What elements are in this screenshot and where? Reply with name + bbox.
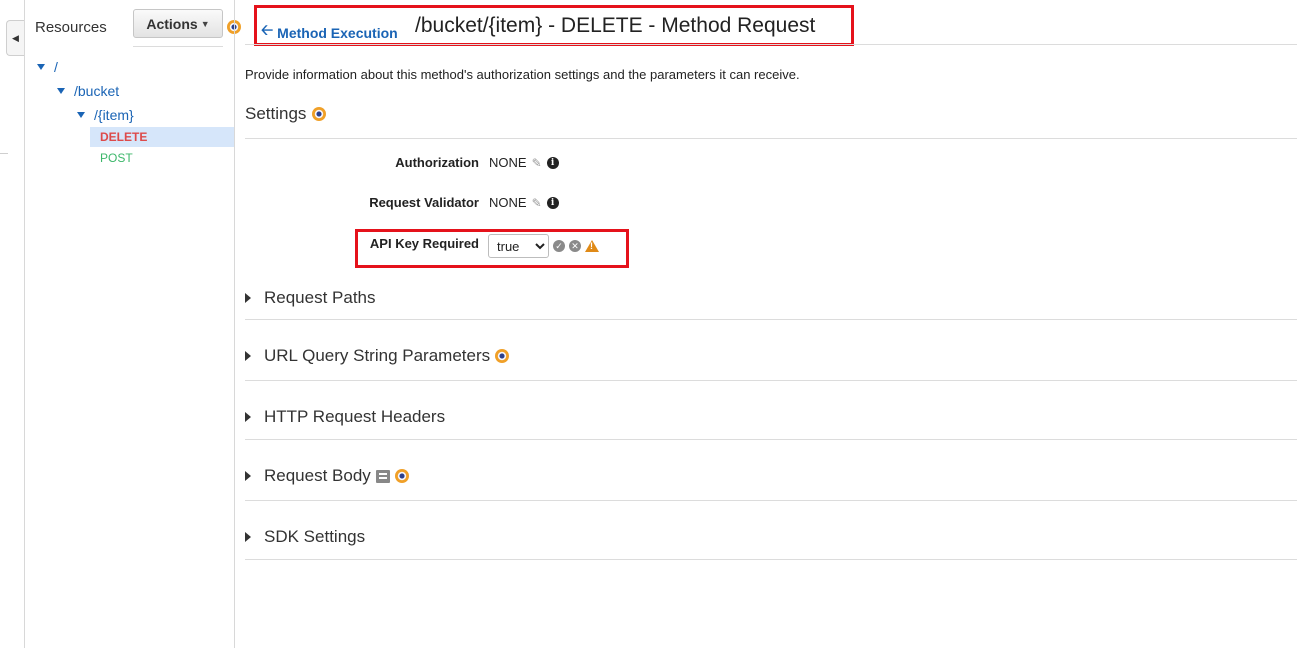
divider xyxy=(245,44,1297,45)
tree-item-bucket[interactable]: /bucket xyxy=(57,83,119,99)
section-request-body[interactable]: Request Body xyxy=(245,466,409,486)
request-validator-label: Request Validator xyxy=(369,195,479,210)
api-key-required-select[interactable]: truefalse xyxy=(488,234,549,258)
request-validator-value-row: NONE ✎ i xyxy=(489,195,559,210)
divider xyxy=(245,380,1297,381)
divider xyxy=(245,138,1297,139)
tree-item-label: /{item} xyxy=(94,107,134,123)
help-icon[interactable] xyxy=(495,349,510,363)
divider xyxy=(133,46,223,47)
section-label: URL Query String Parameters xyxy=(264,346,491,365)
info-icon[interactable]: i xyxy=(546,156,559,169)
divider xyxy=(234,0,235,648)
method-execution-link[interactable]: 🡠 Method Execution xyxy=(261,20,398,45)
expand-caret-icon[interactable] xyxy=(57,88,65,94)
expand-caret-icon[interactable] xyxy=(37,64,45,70)
divider xyxy=(0,153,8,154)
section-http-request-headers[interactable]: HTTP Request Headers xyxy=(245,407,445,427)
settings-heading: Settings xyxy=(245,104,327,124)
authorization-label: Authorization xyxy=(395,155,479,170)
tree-item-label: /bucket xyxy=(74,83,120,99)
help-icon[interactable] xyxy=(394,469,409,483)
divider xyxy=(245,500,1297,501)
section-sdk-settings[interactable]: SDK Settings xyxy=(245,527,365,547)
request-validator-value: NONE xyxy=(489,195,527,210)
arrow-left-icon: 🡠 xyxy=(261,22,274,39)
actions-label: Actions xyxy=(146,15,198,32)
api-key-required-row: truefalse ✓ ✕ xyxy=(488,234,599,258)
page-description: Provide information about this method's … xyxy=(245,67,800,82)
resources-panel: Resources Actions ▼ / /bucket /{item} DE… xyxy=(25,0,241,648)
book-icon[interactable] xyxy=(375,469,390,483)
authorization-value: NONE xyxy=(489,155,527,170)
collapse-panel-button[interactable]: ◀ xyxy=(6,20,24,56)
page-title: /bucket/{item} - DELETE - Method Request xyxy=(415,14,816,37)
section-label: Request Paths xyxy=(264,288,376,307)
cancel-x-icon[interactable]: ✕ xyxy=(569,240,581,252)
warning-icon xyxy=(585,240,599,252)
tree-method-post[interactable]: POST xyxy=(90,148,234,168)
help-icon[interactable] xyxy=(312,107,327,121)
pencil-icon[interactable]: ✎ xyxy=(532,196,542,210)
section-url-query-string-parameters[interactable]: URL Query String Parameters xyxy=(245,346,510,366)
expand-arrow-icon xyxy=(245,532,251,542)
tree-item-label: / xyxy=(54,59,58,75)
caret-down-icon: ▼ xyxy=(200,18,210,29)
tree-method-delete[interactable]: DELETE xyxy=(90,127,234,147)
expand-caret-icon[interactable] xyxy=(77,112,85,118)
tree-item-root[interactable]: / xyxy=(37,59,58,75)
divider xyxy=(245,439,1297,440)
section-label: HTTP Request Headers xyxy=(264,407,446,426)
expand-arrow-icon xyxy=(245,351,251,361)
pencil-icon[interactable]: ✎ xyxy=(532,156,542,170)
settings-title: Settings xyxy=(245,104,307,123)
info-icon[interactable]: i xyxy=(546,196,559,209)
tree-item-item[interactable]: /{item} xyxy=(77,107,134,123)
section-label: Request Body xyxy=(264,466,371,485)
confirm-check-icon[interactable]: ✓ xyxy=(553,240,565,252)
expand-arrow-icon xyxy=(245,471,251,481)
section-label: SDK Settings xyxy=(264,527,366,546)
caret-left-icon: ◀ xyxy=(12,32,19,43)
authorization-value-row: NONE ✎ i xyxy=(489,155,559,170)
section-request-paths[interactable]: Request Paths xyxy=(245,288,376,308)
divider xyxy=(245,319,1297,320)
api-key-required-label: API Key Required xyxy=(369,236,479,251)
expand-arrow-icon xyxy=(245,412,251,422)
expand-arrow-icon xyxy=(245,293,251,303)
back-link-label: Method Execution xyxy=(277,24,398,41)
divider xyxy=(245,559,1297,560)
actions-dropdown-button[interactable]: Actions ▼ xyxy=(133,9,223,38)
resources-title: Resources xyxy=(35,19,107,36)
